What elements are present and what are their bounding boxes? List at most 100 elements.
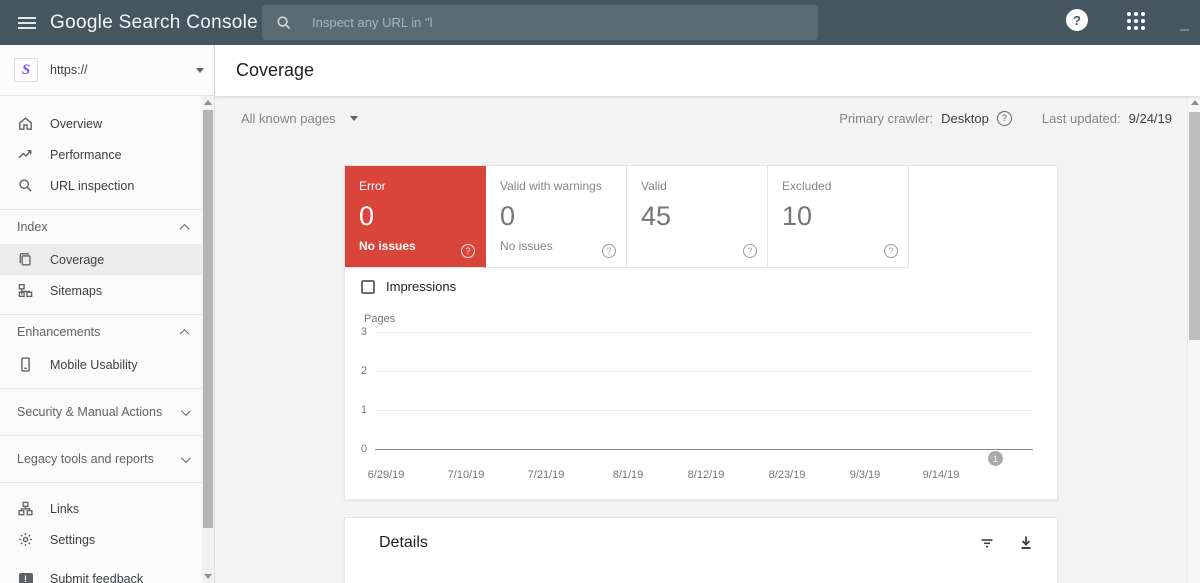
main-scrollbar-thumb[interactable] bbox=[1189, 112, 1200, 340]
page-title: Coverage bbox=[236, 60, 314, 81]
status-card-label: Error bbox=[359, 179, 471, 193]
sidebar-nav: Overview Performance URL inspection bbox=[0, 96, 203, 583]
sidebar-item-label: Sitemaps bbox=[50, 284, 102, 298]
y-axis-label: Pages bbox=[364, 313, 395, 325]
y-tick: 2 bbox=[349, 365, 367, 377]
chevron-down-icon bbox=[350, 116, 358, 121]
help-circle-icon[interactable]: ? bbox=[997, 111, 1012, 126]
error-series-line bbox=[375, 449, 1033, 450]
help-circle-icon[interactable]: ? bbox=[602, 244, 616, 258]
section-header-legacy[interactable]: Legacy tools and reports bbox=[0, 436, 203, 482]
chevron-down-icon bbox=[181, 453, 191, 463]
impressions-checkbox[interactable] bbox=[361, 280, 375, 294]
hamburger-menu-icon[interactable] bbox=[18, 14, 36, 32]
sidebar-item-mobile-usability[interactable]: Mobile Usability bbox=[0, 349, 203, 380]
sidebar-item-performance[interactable]: Performance bbox=[0, 139, 203, 170]
help-circle-icon[interactable]: ? bbox=[461, 244, 475, 258]
scroll-down-arrow-icon[interactable] bbox=[204, 574, 212, 579]
y-tick: 3 bbox=[349, 326, 367, 338]
sitemaps-icon bbox=[17, 282, 34, 299]
page-title-bar: Coverage bbox=[215, 45, 1200, 96]
status-card-value: 0 bbox=[500, 201, 612, 232]
gridline bbox=[375, 332, 1033, 333]
property-selector[interactable]: S https:// bbox=[0, 45, 214, 96]
details-title: Details bbox=[379, 534, 428, 552]
sidebar-scrollbar-thumb[interactable] bbox=[203, 110, 213, 528]
property-url: https:// bbox=[50, 63, 88, 77]
cards-row-filler bbox=[909, 166, 1057, 268]
status-card-valid[interactable]: Valid 45 ? bbox=[627, 166, 768, 268]
sidebar-scrollbar[interactable] bbox=[202, 96, 214, 583]
sidebar-item-url-inspection[interactable]: URL inspection bbox=[0, 170, 203, 201]
sidebar-item-label: Coverage bbox=[50, 253, 104, 267]
sidebar-item-overview[interactable]: Overview bbox=[0, 108, 203, 139]
home-icon bbox=[17, 115, 34, 132]
help-circle-icon[interactable]: ? bbox=[884, 244, 898, 258]
url-inspection-searchbox[interactable] bbox=[262, 5, 818, 40]
annotation-marker[interactable]: 1 bbox=[988, 451, 1003, 466]
app-title: Google Search Console bbox=[50, 12, 258, 33]
sidebar-item-settings[interactable]: Settings bbox=[0, 524, 203, 555]
last-updated-value: 9/24/19 bbox=[1129, 111, 1172, 126]
feedback-icon: ! bbox=[17, 573, 34, 583]
help-circle-icon[interactable]: ? bbox=[743, 244, 757, 258]
x-tick: 7/10/19 bbox=[448, 469, 485, 481]
search-icon bbox=[17, 177, 34, 194]
gridline bbox=[375, 371, 1033, 372]
x-tick: 7/21/19 bbox=[528, 469, 565, 481]
gridline bbox=[375, 410, 1033, 411]
primary-crawler-value: Desktop bbox=[941, 111, 989, 126]
section-header-enhancements[interactable]: Enhancements bbox=[0, 315, 203, 349]
main-scrollbar[interactable] bbox=[1187, 96, 1200, 583]
status-card-label: Valid bbox=[641, 179, 753, 193]
section-legacy-tools: Legacy tools and reports bbox=[0, 435, 203, 482]
chevron-up-icon bbox=[180, 223, 190, 233]
avatar-placeholder bbox=[1180, 29, 1189, 31]
status-cards-row: Error 0 No issues ? Valid with warnings … bbox=[345, 166, 1057, 268]
sidebar-item-sitemaps[interactable]: Sitemaps bbox=[0, 275, 203, 306]
links-icon bbox=[17, 500, 34, 517]
help-icon[interactable]: ? bbox=[1066, 9, 1088, 31]
status-card-error[interactable]: Error 0 No issues ? bbox=[345, 166, 486, 268]
y-tick: 0 bbox=[349, 443, 367, 455]
sidebar-item-label: Overview bbox=[50, 117, 102, 131]
section-header-security[interactable]: Security & Manual Actions bbox=[0, 389, 203, 435]
sidebar-item-links[interactable]: Links bbox=[0, 493, 203, 524]
scroll-up-arrow-icon[interactable] bbox=[1191, 100, 1199, 105]
sidebar-item-label: Performance bbox=[50, 148, 122, 162]
coverage-icon bbox=[17, 251, 34, 268]
status-card-excluded[interactable]: Excluded 10 ? bbox=[768, 166, 909, 268]
x-tick: 9/14/19 bbox=[923, 469, 960, 481]
sidebar-item-label: Submit feedback bbox=[50, 572, 143, 583]
download-icon[interactable] bbox=[1017, 534, 1035, 552]
details-card: Details bbox=[344, 517, 1058, 583]
status-card-value: 0 bbox=[359, 201, 471, 232]
status-card-label: Valid with warnings bbox=[500, 179, 612, 193]
x-tick: 6/29/19 bbox=[368, 469, 405, 481]
primary-crawler-label: Primary crawler: bbox=[839, 111, 933, 126]
status-card-value: 45 bbox=[641, 201, 753, 232]
scope-filter-dropdown[interactable]: All known pages bbox=[241, 111, 358, 126]
last-updated-label: Last updated: bbox=[1042, 111, 1121, 126]
sidebar-item-submit-feedback[interactable]: ! Submit feedback bbox=[0, 563, 203, 583]
search-input[interactable] bbox=[312, 15, 818, 30]
property-icon: S bbox=[14, 58, 38, 82]
app-logo[interactable]: Google Search Console bbox=[50, 12, 258, 34]
x-tick: 9/3/19 bbox=[850, 469, 881, 481]
status-card-valid-with-warnings[interactable]: Valid with warnings 0 No issues ? bbox=[486, 166, 627, 268]
sidebar: S https:// Overview Performance bbox=[0, 45, 215, 583]
main-area: Coverage All known pages Primary crawler… bbox=[215, 45, 1200, 583]
sidebar-item-coverage[interactable]: Coverage bbox=[0, 244, 203, 275]
section-header-index[interactable]: Index bbox=[0, 210, 203, 244]
filter-icon[interactable] bbox=[978, 534, 996, 552]
scroll-up-arrow-icon[interactable] bbox=[204, 100, 212, 105]
search-icon bbox=[275, 14, 292, 31]
section-security-manual-actions: Security & Manual Actions bbox=[0, 388, 203, 435]
impressions-toggle[interactable]: Impressions bbox=[361, 279, 456, 294]
sidebar-item-label: URL inspection bbox=[50, 179, 134, 193]
section-enhancements: Enhancements Mobile Usability bbox=[0, 314, 203, 380]
section-index: Index Coverage Sitemaps bbox=[0, 209, 203, 306]
apps-grid-icon[interactable] bbox=[1127, 12, 1145, 30]
mobile-icon bbox=[17, 356, 34, 373]
x-tick: 8/12/19 bbox=[688, 469, 725, 481]
